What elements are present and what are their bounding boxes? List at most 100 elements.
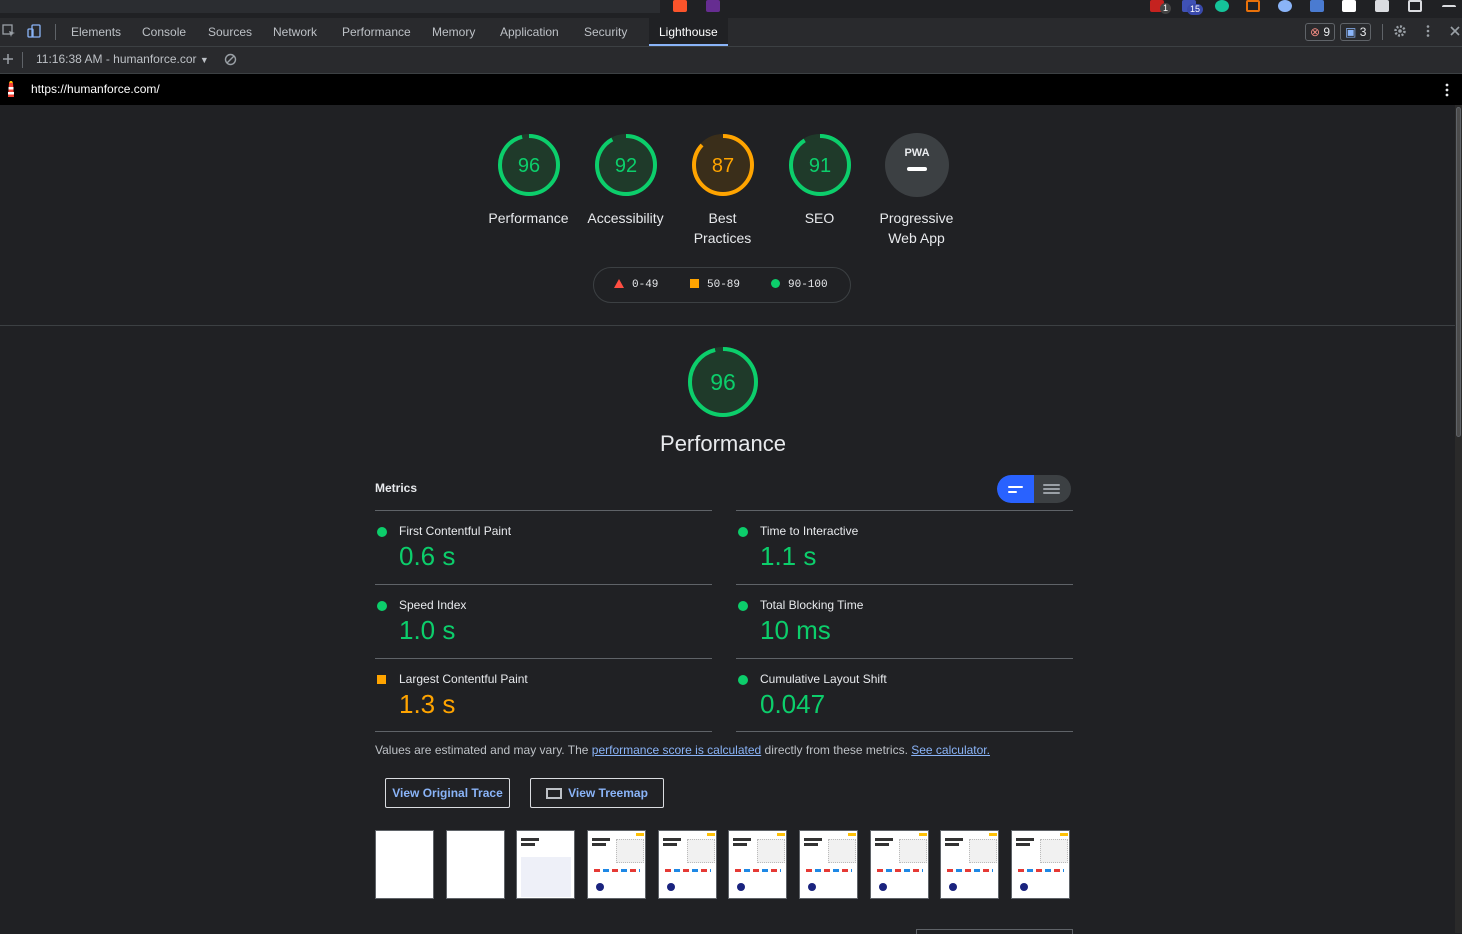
note-text: directly from these metrics. — [761, 743, 912, 757]
pass-circle-icon — [377, 527, 387, 537]
score-gauge: 96 — [688, 347, 758, 417]
pass-circle-icon — [377, 601, 387, 611]
score-gauge: 87 — [691, 134, 754, 196]
toggle-compact-view[interactable] — [997, 475, 1034, 503]
metric-name: Time to Interactive — [760, 524, 859, 538]
gauge-label: Accessibility — [577, 208, 674, 228]
tab-security[interactable]: Security — [584, 18, 627, 46]
see-calculator-link[interactable]: See calculator. — [911, 743, 990, 757]
gauge-label-text: Web App — [888, 230, 945, 246]
browser-tab-strip — [0, 0, 660, 13]
fail-triangle-icon — [614, 279, 624, 288]
window-icon[interactable] — [1408, 0, 1422, 12]
tab-memory[interactable]: Memory — [432, 18, 475, 46]
close-devtools-icon[interactable] — [1448, 24, 1462, 38]
gauge-best-practices[interactable]: 87 Best Practices — [674, 132, 771, 248]
browser-extension-bar: 1 15 — [0, 0, 1462, 18]
gauge-score: 96 — [517, 155, 539, 177]
grammarly-icon[interactable] — [1215, 0, 1229, 12]
gauge-label-text: Performance — [488, 210, 569, 226]
brave-shield-icon[interactable] — [673, 0, 687, 12]
tab-performance[interactable]: Performance — [342, 18, 411, 46]
pass-circle-icon — [738, 675, 748, 685]
gauge-label: Progressive Web App — [868, 208, 965, 248]
score-scale-legend: 0-49 50-89 90-100 — [593, 267, 851, 303]
filmstrip-frame — [728, 830, 787, 899]
new-report-plus-icon[interactable] — [2, 53, 14, 65]
score-calculated-link[interactable]: performance score is calculated — [592, 743, 761, 757]
extension-icon[interactable] — [1278, 0, 1292, 12]
audit-filter-tabs[interactable] — [916, 929, 1073, 934]
gauge-label-text: Best — [708, 210, 737, 226]
report-menu-icon[interactable] — [1441, 82, 1453, 98]
inspect-element-icon[interactable] — [2, 24, 16, 38]
more-options-icon[interactable] — [1421, 24, 1435, 38]
legend-pass-range: 90-100 — [788, 279, 828, 291]
filmstrip-frame — [870, 830, 929, 899]
menu-icon[interactable] — [1442, 5, 1456, 9]
filmstrip-frame — [587, 830, 646, 899]
gauge-score: 92 — [614, 155, 636, 177]
metric-name: Speed Index — [399, 598, 467, 612]
metric-total-blocking-time: Total Blocking Time 10 ms — [736, 584, 1073, 658]
scrollbar-thumb[interactable] — [1456, 107, 1461, 437]
gauge-accessibility[interactable]: 92 Accessibility — [577, 132, 674, 228]
tab-elements[interactable]: Elements — [71, 18, 121, 46]
settings-gear-icon[interactable] — [1393, 24, 1407, 38]
legend-pass: 90-100 — [771, 279, 828, 291]
metric-largest-contentful-paint: Largest Contentful Paint 1.3 s — [375, 658, 712, 732]
clear-all-icon[interactable] — [224, 53, 237, 66]
gauge-label-text: SEO — [804, 210, 835, 226]
report-scrollbar[interactable] — [1455, 105, 1462, 933]
metric-first-contentful-paint: First Contentful Paint 0.6 s — [375, 510, 712, 584]
metric-name: First Contentful Paint — [399, 524, 512, 538]
filmstrip-frame — [799, 830, 858, 899]
tab-console[interactable]: Console — [142, 18, 186, 46]
device-toolbar-icon[interactable] — [27, 24, 41, 38]
pass-circle-icon — [738, 601, 748, 611]
gauge-performance[interactable]: 96 Performance — [480, 132, 577, 228]
performance-title: Performance — [660, 431, 786, 456]
extension-icon[interactable] — [1342, 0, 1356, 12]
gauge-seo[interactable]: 91 SEO — [771, 132, 868, 228]
devtools-tab-bar: Elements Console Sources Network Perform… — [0, 18, 1462, 47]
legend-fail: 0-49 — [614, 279, 658, 291]
metric-name: Cumulative Layout Shift — [760, 672, 887, 686]
view-treemap-button[interactable]: View Treemap — [530, 778, 664, 808]
tab-lighthouse[interactable]: Lighthouse — [649, 18, 728, 46]
metrics-view-toggle[interactable] — [997, 475, 1071, 503]
filmstrip-frame — [446, 830, 505, 899]
metric-cumulative-layout-shift: Cumulative Layout Shift 0.047 — [736, 658, 1073, 732]
metric-speed-index: Speed Index 1.0 s — [375, 584, 712, 658]
gauge-label: Best Practices — [674, 208, 771, 248]
filmstrip-frame — [1011, 830, 1070, 899]
metric-time-to-interactive: Time to Interactive 1.1 s — [736, 510, 1073, 584]
section-divider — [0, 325, 1455, 326]
metric-value: 0.6 s — [399, 541, 456, 571]
average-square-icon — [377, 675, 386, 684]
code-extension-icon[interactable] — [1246, 0, 1260, 12]
tab-sources[interactable]: Sources — [208, 18, 252, 46]
messages-counter[interactable]: ▣ 3 — [1340, 23, 1372, 41]
filmstrip-frame — [516, 830, 575, 899]
lighthouse-report: 96 Performance 92 Accessibility 87 Best … — [0, 105, 1455, 934]
brave-rewards-icon[interactable] — [706, 0, 720, 12]
dropdown-arrow-icon: ▼ — [199, 55, 209, 65]
extension-icon[interactable] — [1310, 0, 1324, 12]
metrics-note: Values are estimated and may vary. The p… — [375, 743, 990, 757]
toolbar-divider — [55, 24, 56, 40]
metric-name: Total Blocking Time — [760, 598, 864, 612]
view-treemap-label: View Treemap — [568, 786, 648, 800]
metric-value: 0.047 — [760, 689, 826, 719]
view-original-trace-button[interactable]: View Original Trace — [385, 778, 510, 808]
report-select[interactable]: 11:16:38 AM - humanforce.cor ▼ — [36, 52, 209, 66]
errors-counter[interactable]: ⊗ 9 — [1305, 23, 1336, 41]
toolbar-divider — [22, 52, 23, 68]
tab-application[interactable]: Application — [500, 18, 559, 46]
puzzle-icon[interactable] — [1375, 0, 1389, 12]
metric-value: 1.3 s — [399, 689, 456, 719]
report-url[interactable]: https://humanforce.com/ — [31, 82, 160, 96]
tab-network[interactable]: Network — [273, 18, 317, 46]
extension-badge: 15 — [1187, 4, 1204, 15]
gauge-pwa[interactable]: PWA Progressive Web App — [868, 132, 965, 248]
